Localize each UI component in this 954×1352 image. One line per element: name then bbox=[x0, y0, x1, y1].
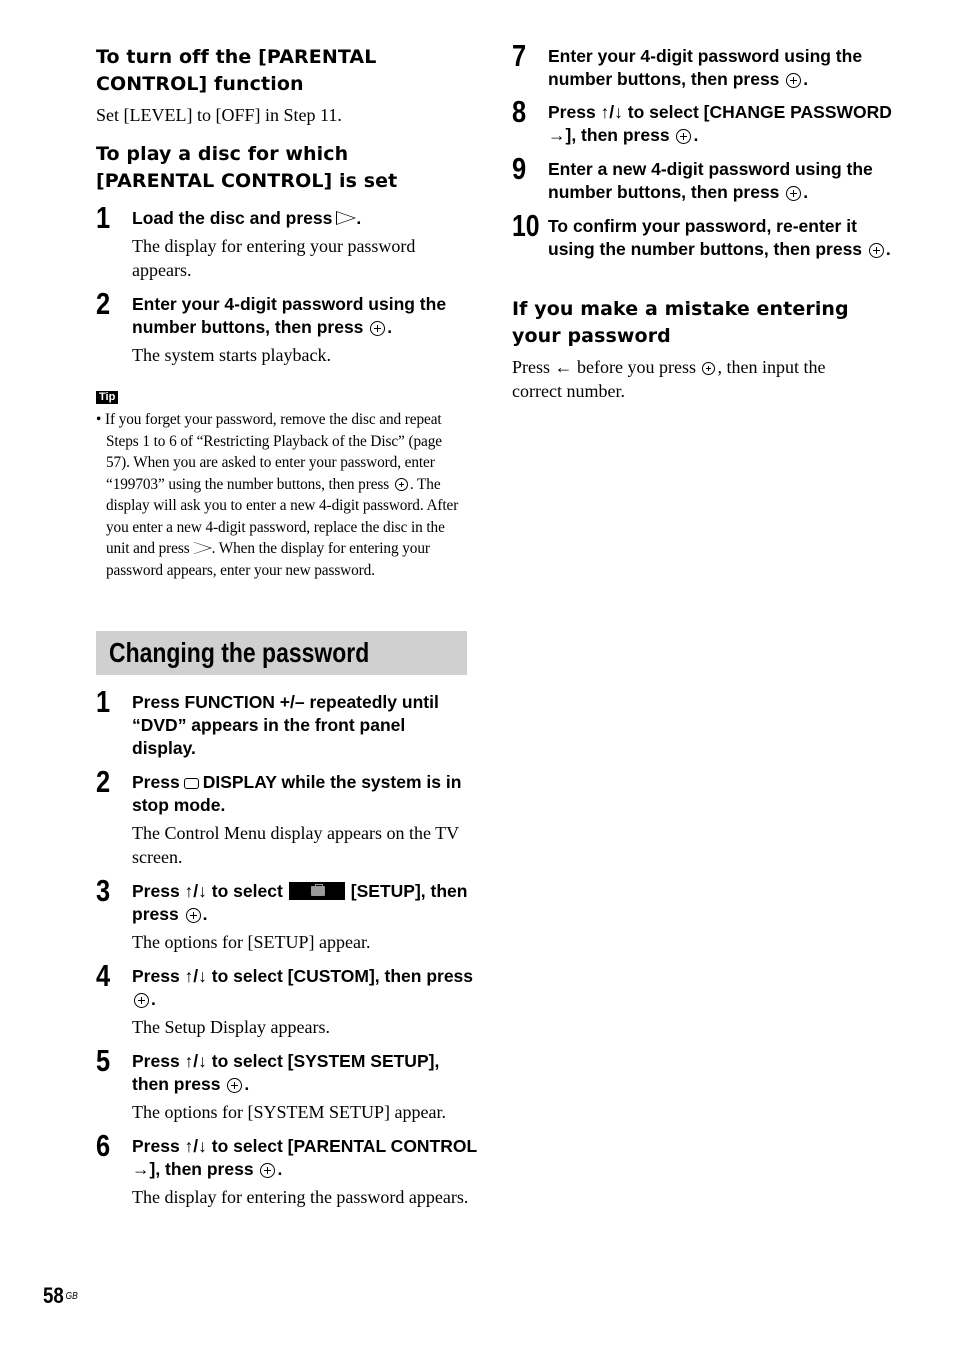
enter-button-icon bbox=[676, 129, 692, 144]
step-number: 4 bbox=[96, 958, 111, 993]
enter-button-icon bbox=[227, 1078, 243, 1093]
step-number: 5 bbox=[96, 1043, 111, 1078]
section-title: Changing the password bbox=[109, 637, 370, 668]
enter-button-icon bbox=[134, 993, 149, 1008]
step-title: Enter your 4-digit password using the nu… bbox=[132, 294, 447, 337]
change-step-4: 4 Press ↑/↓ to select [CUSTOM], then pre… bbox=[96, 959, 477, 1039]
tip-text: • If you forget your password, remove th… bbox=[96, 411, 459, 579]
turn-off-heading: To turn off the [PARENTAL CONTROL] functi… bbox=[96, 46, 377, 95]
display-button-icon bbox=[183, 778, 199, 789]
change-step-1: 1 Press FUNCTION +/– repeatedly until “D… bbox=[96, 685, 472, 760]
change-step-2: 2 Press DISPLAY while the system is in st… bbox=[96, 765, 477, 869]
change-step-6: 6 Press ↑/↓ to select [PARENTAL CONTROL … bbox=[96, 1129, 477, 1209]
step-title: Press ↑/↓ to select [CUSTOM], then press… bbox=[132, 966, 474, 1009]
section-banner: Changing the password bbox=[96, 631, 467, 675]
change-step-10: 10 To confirm your password, re-enter it… bbox=[512, 209, 893, 261]
step-title: Enter your 4-digit password using the nu… bbox=[548, 46, 863, 89]
change-step-9: 9 Enter a new 4-digit password using the… bbox=[512, 152, 893, 204]
step-number: 9 bbox=[512, 151, 527, 186]
play-icon bbox=[192, 542, 212, 554]
mistake-heading: If you make a mistake entering your passw… bbox=[512, 298, 849, 347]
change-step-8: 8 Press ↑/↓ to select [CHANGE PASSWORD →… bbox=[512, 95, 893, 147]
setup-toolbox-icon bbox=[288, 882, 345, 900]
step-description: The options for [SYSTEM SETUP] appear. bbox=[132, 1102, 446, 1122]
step-description: The Control Menu display appears on the … bbox=[132, 823, 459, 867]
step-number: 2 bbox=[96, 764, 111, 799]
mistake-text: Press ← before you press , then input th… bbox=[512, 357, 826, 401]
mistake-section: If you make a mistake entering your passw… bbox=[512, 296, 892, 403]
change-step-7: 7 Enter your 4-digit password using the … bbox=[512, 39, 893, 91]
step-number: 10 bbox=[512, 208, 540, 243]
change-step-5: 5 Press ↑/↓ to select [SYSTEM SETUP], th… bbox=[96, 1044, 477, 1124]
enter-button-icon bbox=[786, 73, 802, 88]
step-title: Press FUNCTION +/– repeatedly until “DVD… bbox=[132, 692, 439, 758]
tip-badge: Tip bbox=[96, 391, 119, 404]
step-description: The display for entering your password a… bbox=[132, 236, 416, 280]
turn-off-text: Set [LEVEL] to [OFF] in Step 11. bbox=[96, 105, 342, 125]
step-number: 8 bbox=[512, 94, 527, 129]
play-disc-heading: To play a disc for which [PARENTAL CONTRO… bbox=[96, 143, 398, 192]
step-number: 3 bbox=[96, 873, 111, 908]
step-title: Load the disc and press. bbox=[132, 208, 362, 228]
step-title: Press DISPLAY while the system is in stop… bbox=[132, 772, 462, 815]
step-title: Enter a new 4-digit password using the n… bbox=[548, 159, 873, 202]
change-step-3: 3 Press ↑/↓ to select [SETUP], then press… bbox=[96, 874, 477, 954]
turn-off-section: To turn off the [PARENTAL CONTROL] functi… bbox=[96, 44, 476, 127]
step-description: The system starts playback. bbox=[132, 345, 331, 365]
enter-button-icon bbox=[185, 908, 201, 923]
step-title: Press ↑/↓ to select [CHANGE PASSWORD →],… bbox=[548, 102, 892, 145]
step-description: The options for [SETUP] appear. bbox=[132, 932, 371, 952]
region-code: GB bbox=[65, 1291, 78, 1302]
step-number: 1 bbox=[96, 684, 111, 719]
tip-box: Tip • If you forget your password, remov… bbox=[96, 387, 468, 581]
step-title: Press ↑/↓ to select [SETUP], then press . bbox=[132, 881, 468, 924]
play-disc-section: To play a disc for which [PARENTAL CONTRO… bbox=[96, 141, 476, 195]
step-description: The Setup Display appears. bbox=[132, 1017, 330, 1037]
step-number: 7 bbox=[512, 38, 527, 73]
enter-button-icon bbox=[260, 1163, 276, 1178]
step-title: To confirm your password, re-enter it us… bbox=[548, 216, 891, 259]
enter-button-icon bbox=[868, 243, 884, 258]
enter-button-icon bbox=[370, 321, 386, 336]
enter-button-icon bbox=[786, 186, 802, 201]
step-number: 2 bbox=[96, 286, 111, 321]
enter-button-icon bbox=[394, 477, 408, 491]
page-number: 58 GB bbox=[43, 1283, 78, 1308]
play-icon bbox=[336, 211, 357, 225]
step-number: 6 bbox=[96, 1128, 111, 1163]
play-step-2: 2 Enter your 4-digit password using the … bbox=[96, 287, 477, 367]
step-number: 1 bbox=[96, 200, 111, 235]
step-title: Press ↑/↓ to select [SYSTEM SETUP], then… bbox=[132, 1051, 440, 1094]
play-step-1: 1 Load the disc and press. The display f… bbox=[96, 201, 472, 282]
step-description: The display for entering the password ap… bbox=[132, 1187, 469, 1207]
enter-button-icon bbox=[702, 362, 716, 375]
step-title: Press ↑/↓ to select [PARENTAL CONTROL →]… bbox=[132, 1136, 477, 1179]
